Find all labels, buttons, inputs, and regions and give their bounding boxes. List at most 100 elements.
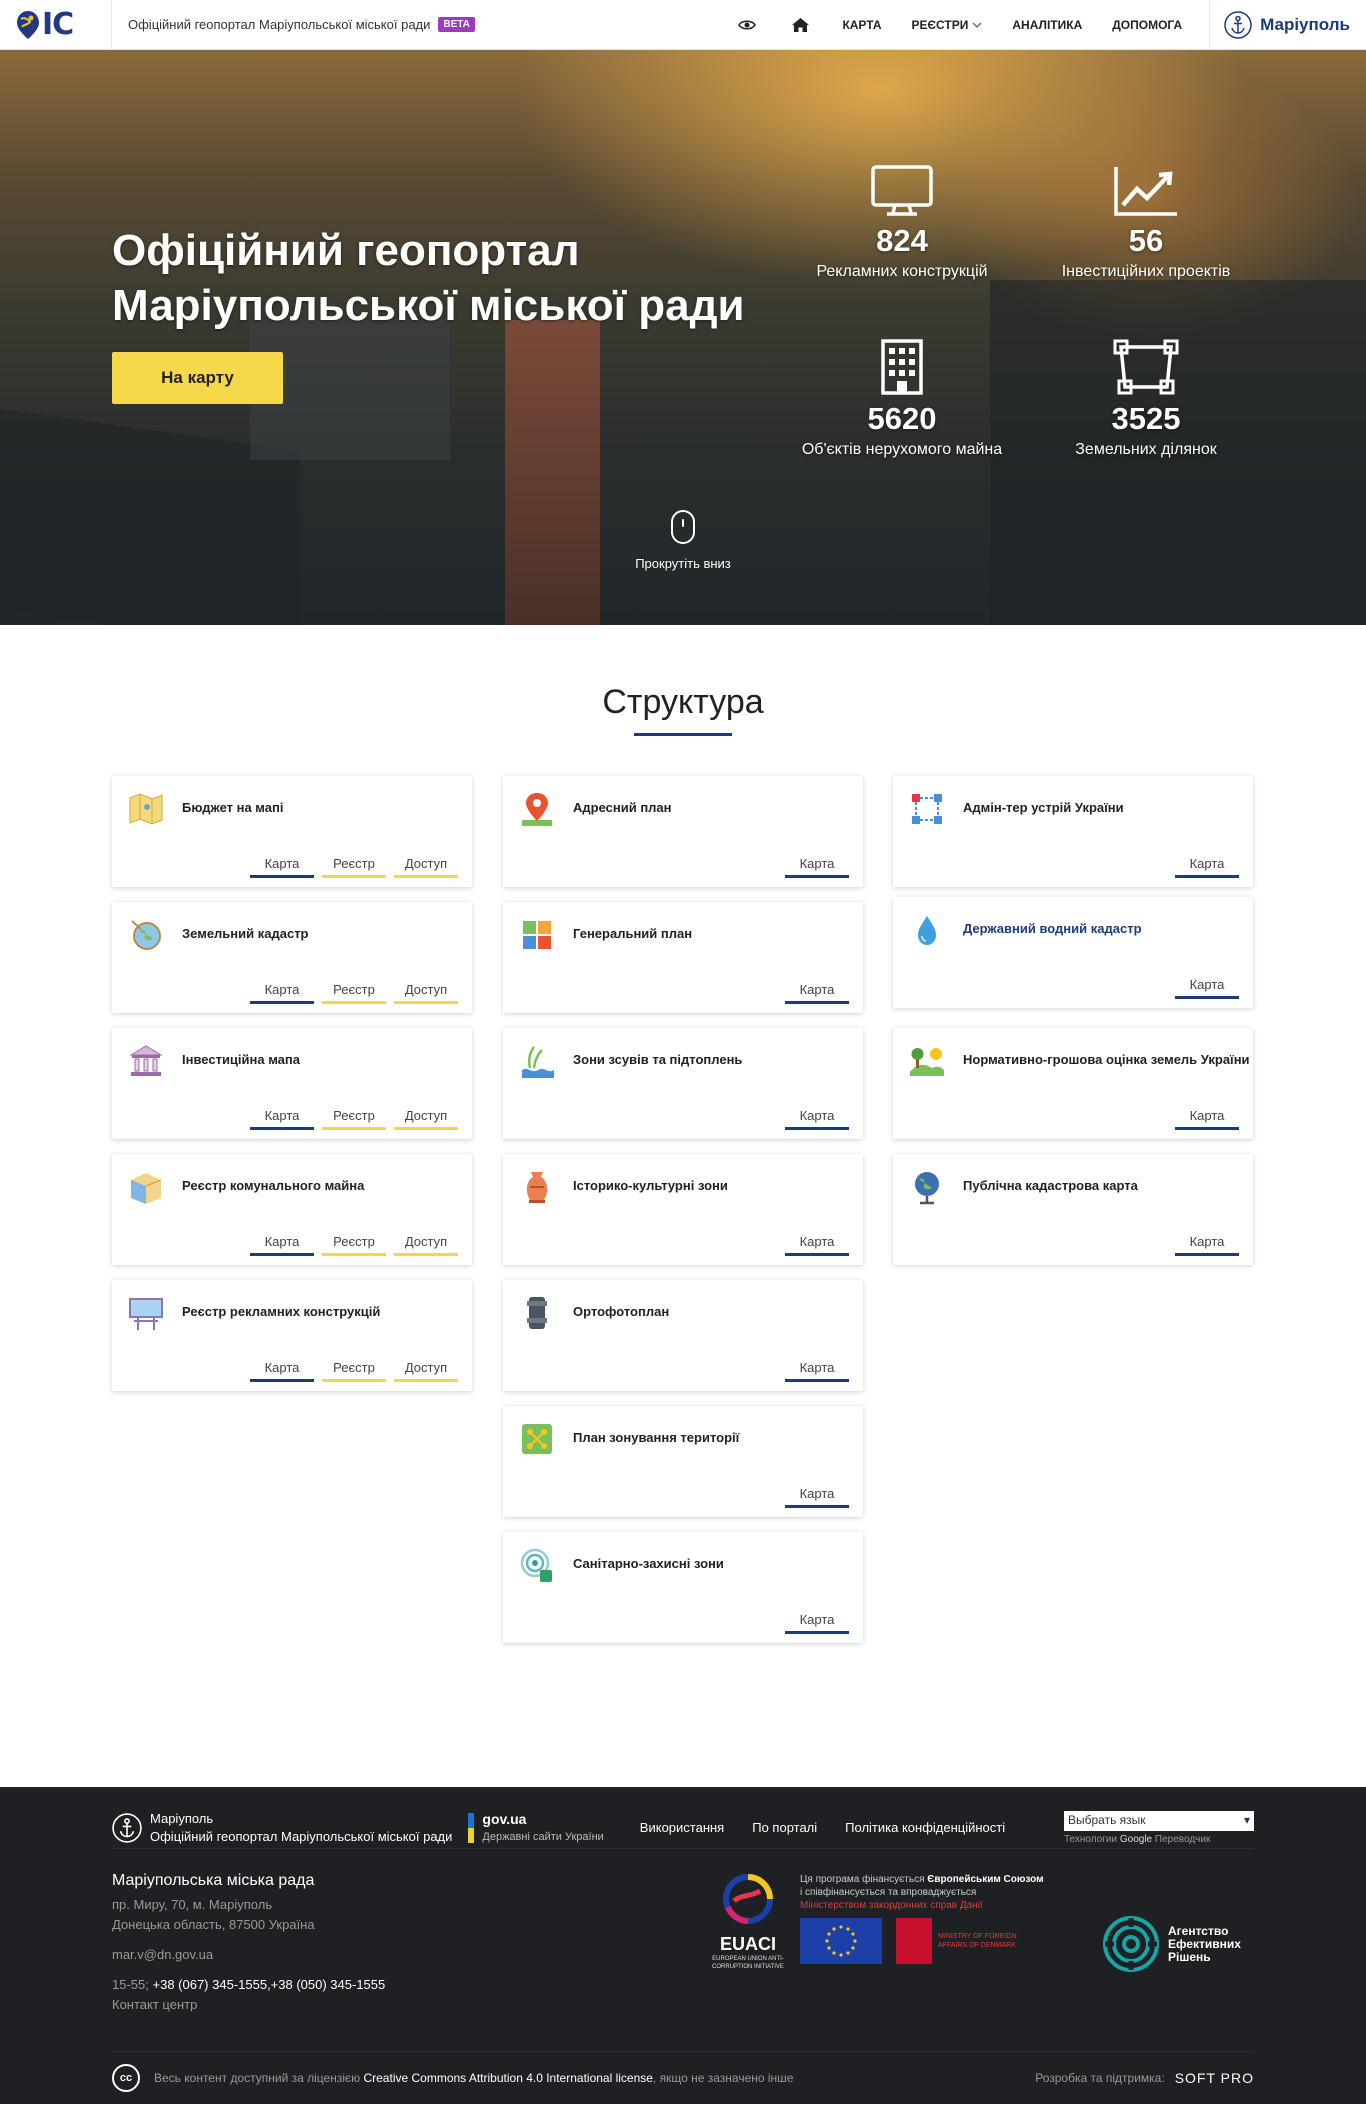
translate-suffix: Переводчик: [1154, 1833, 1211, 1845]
card-link-map[interactable]: Карта: [785, 1108, 849, 1130]
aer-logo[interactable]: Агентство Ефективних Рішень: [1102, 1915, 1241, 1973]
beta-badge: BETA: [438, 17, 475, 32]
card-links: Карта: [1175, 977, 1239, 999]
euaci-emblem-icon: [723, 1874, 773, 1924]
nav-analytics[interactable]: АНАЛІТИКА: [997, 0, 1097, 50]
developer-credit: Розробка та підтримка: SOFT PRO: [1035, 2070, 1254, 2086]
card-link-access[interactable]: Доступ: [394, 1234, 458, 1256]
card-link-map[interactable]: Карта: [250, 1360, 314, 1382]
card-link-map[interactable]: Карта: [1175, 1234, 1239, 1256]
footer-contact-center[interactable]: Контакт центр: [112, 1995, 385, 2015]
accessibility-eye-icon[interactable]: [720, 0, 774, 50]
card-title[interactable]: Державний водний кадастр: [963, 921, 1142, 936]
billboard-icon: [129, 1298, 163, 1330]
card-link-map[interactable]: Карта: [1175, 856, 1239, 878]
footer-phone-numbers[interactable]: +38 (067) 345-1555,+38 (050) 345-1555: [153, 1977, 386, 1992]
bank-icon: [129, 1045, 163, 1076]
stat-ads: 824 Рекламних конструкцій: [792, 165, 1012, 281]
denmark-mfa-logo[interactable]: MINISTRY OF FOREIGN AFFAIRS OF DENMARK: [896, 1918, 1018, 1964]
card-link-access[interactable]: Доступ: [394, 982, 458, 1004]
card-link-map[interactable]: Карта: [250, 982, 314, 1004]
card-links: Карта: [1175, 1234, 1239, 1256]
footer-bottom: cc Весь контент доступний за ліцензією C…: [112, 2051, 1254, 2092]
hero-banner: Офіційний геопортал Маріупольської міськ…: [0, 50, 1366, 625]
card-link-map[interactable]: Карта: [785, 1234, 849, 1256]
card-link-map[interactable]: Карта: [1175, 1108, 1239, 1130]
radar-icon: [520, 1548, 552, 1582]
room-icon: [131, 1173, 162, 1204]
denmark-crest-icon: [896, 1918, 932, 1964]
card-link-map[interactable]: Карта: [250, 1108, 314, 1130]
card-links: Карта Реєстр Доступ: [250, 1360, 458, 1382]
language-select-value: Выбрать язык: [1068, 1812, 1146, 1827]
card-link-registry[interactable]: Реєстр: [322, 1108, 386, 1130]
water-drop-icon: [918, 916, 936, 945]
developer-label: Розробка та підтримка:: [1035, 2071, 1165, 2085]
aer-line3: Рішень: [1168, 1949, 1211, 1964]
main-nav: КАРТА РЕЄСТРИ АНАЛІТИКА ДОПОМОГА Маріупо…: [720, 0, 1366, 50]
softpro-logo[interactable]: SOFT PRO: [1175, 2070, 1254, 2086]
dk-text: MINISTRY OF FOREIGN AFFAIRS OF DENMARK: [938, 1933, 1017, 1949]
euaci-logo[interactable]: EUACI EUROPEAN UNION ANTI-CORRUPTION INI…: [712, 1873, 784, 1971]
card-title: Земельний кадастр: [182, 926, 309, 941]
water-plant-icon: [522, 1046, 554, 1078]
card-link-access[interactable]: Доступ: [394, 856, 458, 878]
stat-real-estate-label: Об'єктів нерухомого майна: [801, 441, 1003, 458]
card-links: Карта: [785, 1612, 849, 1634]
card-links: Карта Реєстр Доступ: [250, 1108, 458, 1130]
card-link-registry[interactable]: Реєстр: [322, 1360, 386, 1382]
card-link-map[interactable]: Карта: [250, 856, 314, 878]
language-select[interactable]: Выбрать язык ▾: [1064, 1810, 1254, 1831]
section-title-underline: [634, 733, 732, 736]
card-links: Карта Реєстр Доступ: [250, 982, 458, 1004]
nav-registries[interactable]: РЕЄСТРИ: [897, 0, 998, 50]
card-link-registry[interactable]: Реєстр: [322, 982, 386, 1004]
top-navbar: IC Офіційний геопортал Маріупольської мі…: [0, 0, 1366, 50]
card-link-map[interactable]: Карта: [785, 856, 849, 878]
logo[interactable]: IC: [0, 0, 112, 50]
footer-brand[interactable]: Маріуполь Офіційний геопортал Маріупольс…: [112, 1810, 452, 1846]
stat-investments: 56 Інвестиційних проектів: [1036, 165, 1256, 281]
card-links: Карта: [785, 1108, 849, 1130]
card-title: План зонування території: [573, 1430, 740, 1445]
card-link-map[interactable]: Карта: [785, 1486, 849, 1508]
to-map-button[interactable]: На карту: [112, 352, 283, 404]
card-link-map[interactable]: Карта: [785, 1360, 849, 1382]
gov-ua-title: gov.ua: [482, 1810, 527, 1827]
stat-land: 3525 Земельних ділянок: [1036, 339, 1256, 459]
card-link-map[interactable]: Карта: [250, 1234, 314, 1256]
card-link-registry[interactable]: Реєстр: [322, 856, 386, 878]
license-link[interactable]: Creative Commons Attribution 4.0 Interna…: [363, 2071, 652, 2085]
gov-ua-link[interactable]: gov.ua Державні сайти України: [468, 1810, 604, 1845]
footer-email[interactable]: mar.v@dn.gov.ua: [112, 1945, 385, 1965]
footer-link-usage[interactable]: Використання: [640, 1820, 724, 1835]
footer-link-about[interactable]: По порталі: [752, 1820, 817, 1835]
gov-ua-subtitle: Державні сайти України: [482, 1830, 604, 1843]
home-icon[interactable]: [774, 0, 827, 50]
translate-prefix: Технологии: [1064, 1833, 1118, 1845]
scroll-down[interactable]: Прокрутіть вниз: [613, 510, 753, 571]
google-logo-text: Google: [1119, 1833, 1153, 1845]
card-title: Історико-культурні зони: [573, 1178, 728, 1193]
nav-help[interactable]: ДОПОМОГА: [1097, 0, 1197, 50]
card-budget: Бюджет на мапі Карта Реєстр Доступ: [112, 776, 472, 887]
card-title: Реєстр рекламних конструкцій: [182, 1304, 381, 1319]
card-title: Генеральний план: [573, 926, 693, 941]
city-selector[interactable]: Маріуполь: [1209, 0, 1366, 50]
card-link-access[interactable]: Доступ: [394, 1108, 458, 1130]
card-link-map[interactable]: Карта: [1175, 977, 1239, 999]
footer-link-privacy[interactable]: Політика конфіденційності: [845, 1820, 1005, 1835]
eu-funding-note: Ця програма фінансується Європейським Со…: [800, 1873, 1080, 1964]
card-zoning-plan: План зонування території Карта: [503, 1406, 863, 1517]
footer-portal-title: Офіційний геопортал Маріупольської міськ…: [150, 1828, 453, 1844]
language-widget: Выбрать язык ▾ Технологии Google Перевод…: [1064, 1810, 1254, 1845]
card-public-cadastre-map: Публічна кадастрова карта Карта: [893, 1154, 1253, 1265]
footer-org: Маріупольська міська рада: [112, 1872, 315, 1889]
card-link-access[interactable]: Доступ: [394, 1360, 458, 1382]
euaci-subtitle: EUROPEAN UNION ANTI-CORRUPTION INITIATIV…: [712, 1956, 784, 1970]
card-link-map[interactable]: Карта: [785, 1612, 849, 1634]
nav-map[interactable]: КАРТА: [827, 0, 896, 50]
card-link-map[interactable]: Карта: [785, 982, 849, 1004]
stat-investments-label: Інвестиційних проектів: [1061, 263, 1231, 280]
card-link-registry[interactable]: Реєстр: [322, 1234, 386, 1256]
